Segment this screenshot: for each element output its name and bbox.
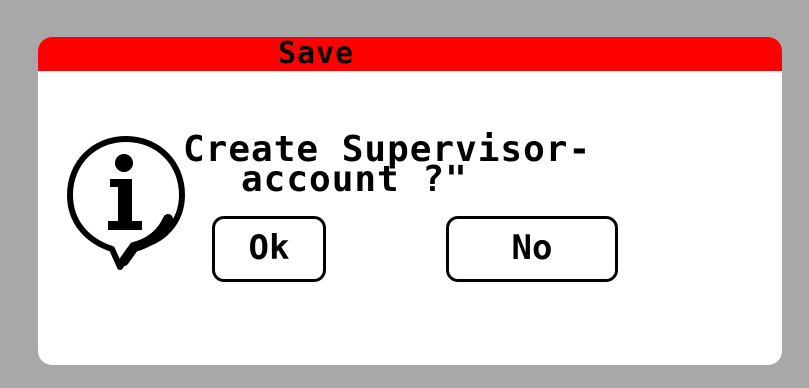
dialog-title-bar: Save (38, 37, 782, 71)
no-button[interactable]: No (446, 216, 618, 282)
dialog-title: Save (272, 37, 361, 71)
dialog-message: Create Supervisor- account ?" (183, 132, 591, 198)
ok-button[interactable]: Ok (212, 216, 326, 282)
info-icon (67, 136, 185, 270)
save-dialog: Save Create Supervisor- account ?" Ok No (38, 37, 782, 365)
